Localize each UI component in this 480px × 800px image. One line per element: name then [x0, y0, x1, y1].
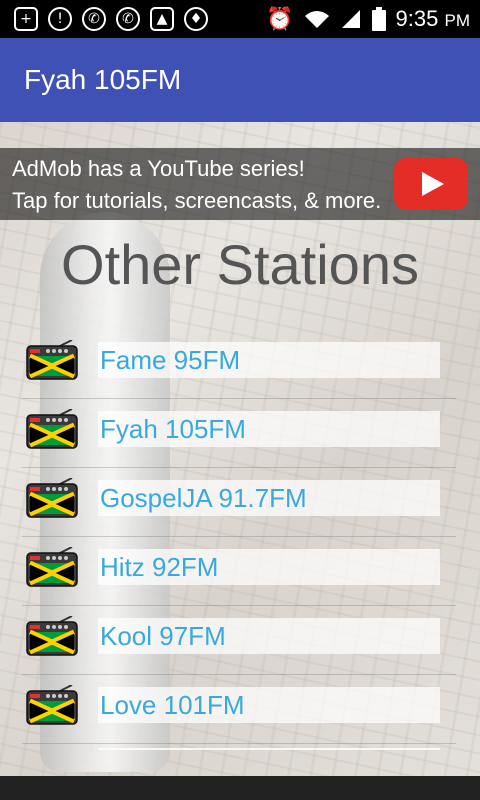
page-title: Other Stations	[61, 233, 419, 296]
radio-icon	[26, 546, 78, 587]
main-content[interactable]: AdMob has a YouTube series! Tap for tuto…	[0, 122, 480, 800]
list-item[interactable]: Love 101FM	[22, 675, 456, 744]
radio-icon	[26, 615, 78, 656]
wifi-icon	[304, 11, 329, 28]
list-item-partial	[98, 748, 440, 750]
image-icon: ▲	[150, 7, 174, 31]
ad-subtext: Tap for tutorials, screencasts, & more.	[12, 188, 382, 213]
list-item[interactable]: Hitz 92FM	[22, 537, 456, 606]
whatsapp-icon-2: ✆	[116, 7, 140, 31]
radio-icon	[26, 477, 78, 518]
clock: 9:35 PM	[395, 6, 470, 31]
station-name[interactable]: Fame 95FM	[98, 342, 440, 378]
download-icon: !	[48, 7, 72, 31]
plus-icon: +	[14, 7, 38, 31]
station-name[interactable]: Love 101FM	[98, 687, 440, 723]
app-title: Fyah 105FM	[24, 64, 182, 95]
alarm-icon: ⏰	[266, 6, 294, 32]
navigation-bar	[0, 776, 480, 800]
radio-icon	[26, 408, 78, 449]
radio-icon	[26, 684, 78, 725]
radio-icon	[26, 339, 78, 380]
station-list: Fame 95FM Fyah 105FM GospelJA 91.7FM Hit…	[22, 330, 456, 744]
youtube-play-icon[interactable]	[394, 158, 468, 210]
list-item[interactable]: GospelJA 91.7FM	[22, 468, 456, 537]
list-item[interactable]: Fyah 105FM	[22, 399, 456, 468]
station-name[interactable]: Hitz 92FM	[98, 549, 440, 585]
battery-icon	[371, 7, 386, 31]
station-name[interactable]: GospelJA 91.7FM	[98, 480, 440, 516]
ad-headline: AdMob has a YouTube series!	[12, 156, 305, 181]
whatsapp-icon: ✆	[82, 7, 106, 31]
app-bar: Fyah 105FM	[0, 38, 480, 122]
signal-icon	[341, 10, 360, 28]
list-item[interactable]: Kool 97FM	[22, 606, 456, 675]
status-bar: + ! ✆ ✆ ▲ ♦ ⏰ 9:35 PM	[0, 0, 480, 38]
ad-banner[interactable]: AdMob has a YouTube series! Tap for tuto…	[0, 148, 480, 220]
location-icon: ♦	[184, 7, 208, 31]
list-item[interactable]: Fame 95FM	[22, 330, 456, 399]
station-name[interactable]: Fyah 105FM	[98, 411, 440, 447]
station-name[interactable]: Kool 97FM	[98, 618, 440, 654]
